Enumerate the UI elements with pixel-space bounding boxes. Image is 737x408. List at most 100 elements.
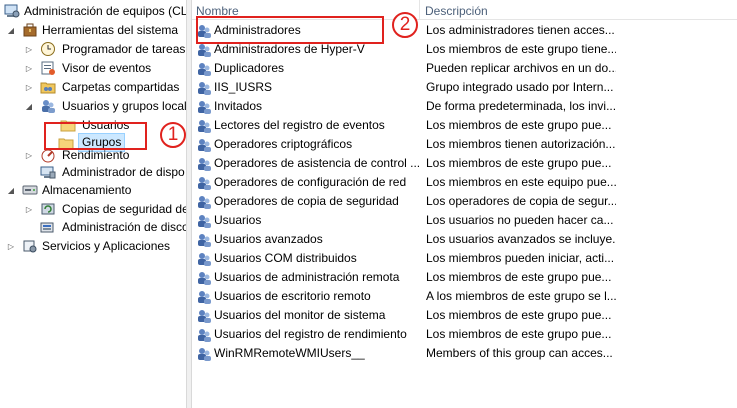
group-name: IIS_IUSRS <box>214 80 273 94</box>
tree-label-root: Administración de equipos (CL <box>24 4 186 18</box>
tree-item-shared-folders[interactable]: ▷ Carpetas compartidas <box>0 78 186 97</box>
group-description: Los administradores tienen acces... <box>426 23 615 37</box>
group-icon <box>196 251 212 267</box>
group-icon <box>196 213 212 229</box>
collapsed-arrow-icon[interactable]: ▷ <box>24 40 34 59</box>
tree-label-storage: Almacenamiento <box>42 183 132 197</box>
group-icon <box>196 289 212 305</box>
tree-item-disk-management[interactable]: Administración de disco <box>0 218 186 237</box>
table-row[interactable]: Lectores del registro de eventos Los miem… <box>192 116 737 135</box>
tree-label-task-scheduler: Programador de tareas <box>62 42 186 56</box>
table-row[interactable]: Usuarios avanzados Los usuarios avanzados… <box>192 230 737 249</box>
table-row[interactable]: Usuarios de escritorio remoto A los miemb… <box>192 287 737 306</box>
table-row[interactable]: Operadores de configuración de red Los mi… <box>192 173 737 192</box>
column-header-description[interactable]: Descripción <box>421 0 737 20</box>
group-icon <box>196 327 212 343</box>
group-icon <box>196 346 212 362</box>
group-description: Members of this group can acces... <box>426 346 613 360</box>
group-description: Los miembros en este equipo pue... <box>426 175 616 189</box>
table-row[interactable]: IIS_IUSRS Grupo integrado usado por Inter… <box>192 78 737 97</box>
tree-item-system-tools[interactable]: ◢ Herramientas del sistema <box>0 21 186 40</box>
group-name: Usuarios del registro de rendimiento <box>214 327 407 341</box>
group-name: Usuarios COM distribuidos <box>214 251 357 265</box>
tree-item-root[interactable]: Administración de equipos (CL <box>0 2 186 21</box>
annotation-marker-2: 2 <box>392 12 418 38</box>
group-name: Operadores de asistencia de control ... <box>214 156 421 170</box>
table-row[interactable]: Usuarios de administración remota Los mie… <box>192 268 737 287</box>
group-description: Los usuarios avanzados se incluye... <box>426 232 616 246</box>
tree-label-backup: Copias de seguridad de <box>62 202 186 216</box>
event-viewer-icon <box>40 60 56 76</box>
tree-item-task-scheduler[interactable]: ▷ Programador de tareas <box>0 40 186 59</box>
group-icon <box>196 270 212 286</box>
group-name: Operadores de configuración de red <box>214 175 407 189</box>
group-description: Los miembros de este grupo pue... <box>426 270 612 284</box>
table-row[interactable]: Operadores de copia de seguridad Los oper… <box>192 192 737 211</box>
group-icon <box>196 175 212 191</box>
collapsed-arrow-icon[interactable]: ▷ <box>24 78 34 97</box>
table-row[interactable]: Duplicadores Pueden replicar archivos en … <box>192 59 737 78</box>
users-groups-icon <box>40 98 56 114</box>
collapsed-arrow-icon[interactable]: ▷ <box>24 59 34 78</box>
tree-label-shared-folders: Carpetas compartidas <box>62 80 180 94</box>
navigation-tree: Administración de equipos (CL ◢ Herramie… <box>0 0 186 408</box>
table-row[interactable]: Usuarios COM distribuidos Los miembros pu… <box>192 249 737 268</box>
group-name: Usuarios avanzados <box>214 232 323 246</box>
table-row[interactable]: WinRMRemoteWMIUsers__ Members of this gro… <box>192 344 737 363</box>
tree-item-event-viewer[interactable]: ▷ Visor de eventos <box>0 59 186 78</box>
storage-icon <box>22 182 38 198</box>
shared-folder-icon <box>40 79 56 95</box>
tree-label-services: Servicios y Aplicaciones <box>42 239 171 253</box>
expanded-arrow-icon[interactable]: ◢ <box>24 97 34 116</box>
table-row[interactable]: Operadores criptográficos Los miembros ti… <box>192 135 737 154</box>
group-name: WinRMRemoteWMIUsers__ <box>214 346 365 360</box>
expanded-arrow-icon[interactable]: ◢ <box>6 181 16 200</box>
collapsed-arrow-icon[interactable]: ▷ <box>6 237 16 256</box>
group-name: Invitados <box>214 99 263 113</box>
collapsed-arrow-icon[interactable]: ▷ <box>24 200 34 219</box>
group-name: Duplicadores <box>214 61 285 75</box>
group-description: Los operadores de copia de segur... <box>426 194 616 208</box>
backup-icon <box>40 201 56 217</box>
table-row[interactable]: Operadores de asistencia de control ... L… <box>192 154 737 173</box>
group-description: Los miembros de este grupo pue... <box>426 308 612 322</box>
group-icon <box>196 118 212 134</box>
device-manager-icon <box>40 164 56 180</box>
group-name: Usuarios <box>214 213 262 227</box>
services-icon <box>22 238 38 254</box>
table-row[interactable]: Usuarios del registro de rendimiento Los … <box>192 325 737 344</box>
table-row[interactable]: Usuarios del monitor de sistema Los miemb… <box>192 306 737 325</box>
tree-item-services[interactable]: ▷ Servicios y Aplicaciones <box>0 237 186 256</box>
group-icon <box>196 194 212 210</box>
annotation-marker-1: 1 <box>160 122 186 148</box>
tree-item-local-users-groups[interactable]: ◢ Usuarios y grupos locales <box>0 97 186 116</box>
group-icon <box>196 42 212 58</box>
group-description: Grupo integrado usado por Intern... <box>426 80 614 94</box>
table-row[interactable]: Invitados De forma predeterminada, los in… <box>192 97 737 116</box>
group-name: Usuarios de escritorio remoto <box>214 289 371 303</box>
tree-item-device-manager[interactable]: Administrador de dispo <box>0 163 186 182</box>
tree-item-storage[interactable]: ◢ Almacenamiento <box>0 181 186 200</box>
expanded-arrow-icon[interactable]: ◢ <box>6 21 16 40</box>
group-description: Los miembros de este grupo pue... <box>426 156 612 170</box>
tree-label-disk-management: Administración de disco <box>62 220 186 234</box>
group-icon <box>196 80 212 96</box>
tree-label-local-users-groups: Usuarios y grupos locales <box>62 99 186 113</box>
group-icon <box>196 308 212 324</box>
group-name: Operadores de copia de seguridad <box>214 194 399 208</box>
group-name: Usuarios del monitor de sistema <box>214 308 386 322</box>
group-description: Los miembros pueden iniciar, acti... <box>426 251 615 265</box>
annotation-box-groups <box>44 122 147 150</box>
group-description: Pueden replicar archivos en un do... <box>426 61 616 75</box>
group-description: Los miembros de este grupo pue... <box>426 327 612 341</box>
disk-management-icon <box>40 219 56 235</box>
group-name: Operadores criptográficos <box>214 137 353 151</box>
group-description: Los miembros de este grupo pue... <box>426 118 612 132</box>
table-row[interactable]: Usuarios Los usuarios no pueden hacer ca.… <box>192 211 737 230</box>
groups-list: Nombre Descripción Administradores Los ad… <box>192 0 737 408</box>
group-description: A los miembros de este grupo se l... <box>426 289 616 303</box>
tree-label-system-tools: Herramientas del sistema <box>42 23 179 37</box>
tree-item-backup[interactable]: ▷ Copias de seguridad de <box>0 200 186 219</box>
tree-label-device-manager: Administrador de dispo <box>62 165 185 179</box>
group-description: De forma predeterminada, los invi... <box>426 99 616 113</box>
